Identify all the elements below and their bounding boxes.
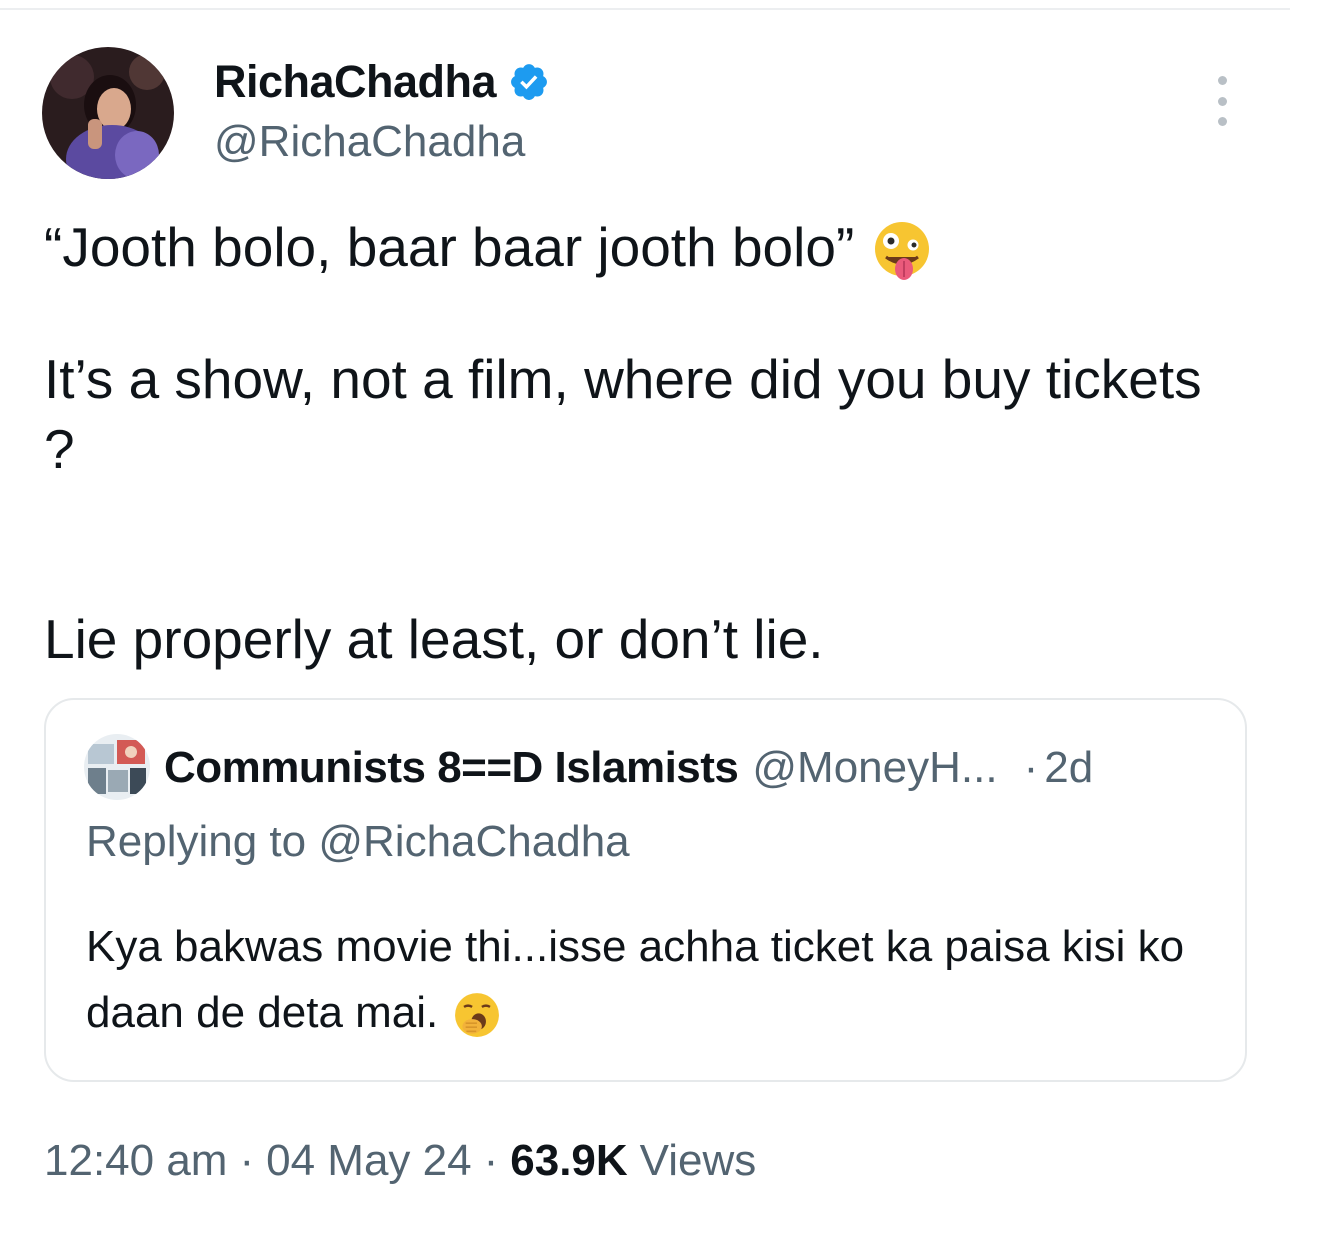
quoted-author-handle[interactable]: @MoneyH... — [752, 743, 997, 793]
views-count[interactable]: 63.9K — [510, 1136, 627, 1186]
zany-face-emoji-icon — [870, 219, 934, 283]
more-options-dot — [1217, 96, 1227, 106]
top-divider — [0, 8, 1290, 10]
more-options-icon[interactable] — [1207, 76, 1237, 126]
more-options-dot — [1217, 117, 1227, 126]
more-options-dot — [1217, 76, 1227, 85]
meta-separator: · — [239, 1136, 255, 1185]
verified-badge-icon — [508, 61, 550, 103]
quoted-author-avatar-image — [84, 734, 150, 800]
meta-separator: · — [483, 1136, 499, 1185]
quoted-tweet-text: Kya bakwas movie thi...isse achha ticket… — [86, 914, 1216, 1046]
quoted-replying-to: Replying to @RichaChadha — [86, 817, 630, 866]
author-display-name[interactable]: RichaChadha — [214, 56, 497, 108]
tweet-text-line-1: “Jooth bolo, baar baar jooth bolo” — [44, 212, 1244, 283]
quoted-tweet-timestamp[interactable]: 2d — [1044, 743, 1093, 793]
tweet-date[interactable]: 04 May 24 — [266, 1136, 471, 1186]
tweet-meta: 12:40 am · 04 May 24 · 63.9K Views — [44, 1130, 756, 1192]
quoted-author-avatar[interactable] — [84, 734, 150, 800]
quoted-tweet-body: Kya bakwas movie thi...isse achha ticket… — [86, 922, 1185, 1037]
quoted-header-separator: · — [1023, 743, 1039, 792]
author-avatar-image — [42, 47, 174, 179]
tweet-time[interactable]: 12:40 am — [44, 1136, 227, 1186]
tweet-text-line-3: Lie properly at least, or don’t lie. — [44, 608, 824, 670]
yawning-face-emoji-icon — [451, 989, 503, 1041]
quoted-tweet-header: Communists 8==D Islamists @MoneyH... · 2… — [164, 738, 1093, 798]
quoted-tweet-card[interactable]: Communists 8==D Islamists @MoneyH... · 2… — [44, 698, 1247, 1082]
tweet-text-line-2: It’s a show, not a film, where did you b… — [44, 348, 1202, 480]
author-avatar[interactable] — [42, 47, 174, 179]
views-label[interactable]: Views — [640, 1136, 757, 1186]
author-handle[interactable]: @RichaChadha — [214, 116, 525, 168]
author-name-row[interactable]: RichaChadha — [214, 54, 550, 110]
tweet-quote-text: “Jooth bolo, baar baar jooth bolo” — [44, 216, 855, 278]
quoted-author-display-name[interactable]: Communists 8==D Islamists — [164, 743, 739, 793]
